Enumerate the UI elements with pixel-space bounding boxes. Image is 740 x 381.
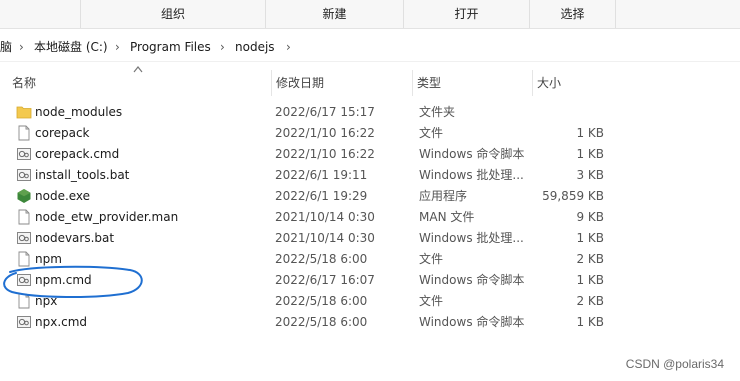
- file-row[interactable]: corepack.cmd 2022/1/10 16:22 Windows 命令脚…: [0, 144, 740, 165]
- file-name: node.exe: [35, 189, 91, 203]
- column-header-type[interactable]: 类型: [412, 70, 532, 96]
- file-type: Windows 命令脚本: [419, 273, 525, 287]
- file-row[interactable]: install_tools.bat 2022/6/1 19:11 Windows…: [0, 165, 740, 186]
- file-date: 2022/5/18 6:00: [275, 252, 368, 266]
- file-type: 文件: [419, 126, 444, 140]
- watermark: CSDN @polaris34: [625, 357, 724, 371]
- ribbon-group-select[interactable]: 选择: [530, 0, 616, 28]
- file-size: 9 KB: [576, 210, 604, 224]
- file-type: 文件: [419, 294, 444, 308]
- file-date: 2022/1/10 16:22: [275, 126, 375, 140]
- column-header-size[interactable]: 大小: [532, 70, 612, 96]
- file-size: 59,859 KB: [542, 189, 604, 203]
- file-type: Windows 批处理...: [419, 231, 524, 245]
- folder-icon: [16, 106, 32, 119]
- breadcrumb-item-local-disk[interactable]: 本地磁盘 (C:): [34, 38, 108, 56]
- ribbon-group-new[interactable]: 新建: [266, 0, 404, 28]
- file-size: 1 KB: [576, 315, 604, 329]
- file-row[interactable]: node_etw_provider.man 2021/10/14 0:30 MA…: [0, 207, 740, 228]
- file-type: 文件夹: [419, 105, 456, 119]
- file-date: 2022/6/17 16:07: [275, 273, 375, 287]
- breadcrumb-separator[interactable]: ›: [286, 38, 291, 56]
- file-name: install_tools.bat: [35, 168, 130, 182]
- file-type: Windows 批处理...: [419, 168, 524, 182]
- file-size: 1 KB: [576, 126, 604, 140]
- file-row[interactable]: nodevars.bat 2021/10/14 0:30 Windows 批处理…: [0, 228, 740, 249]
- breadcrumb-separator[interactable]: ›: [220, 38, 225, 56]
- script-icon: [17, 169, 31, 181]
- file-date: 2022/6/17 15:17: [275, 105, 375, 119]
- script-icon: [17, 232, 31, 244]
- breadcrumb-separator[interactable]: ›: [19, 38, 24, 56]
- file-date: 2021/10/14 0:30: [275, 231, 375, 245]
- ribbon-group-open[interactable]: 打开: [404, 0, 530, 28]
- file-date: 2022/5/18 6:00: [275, 294, 368, 308]
- file-size: 3 KB: [576, 168, 604, 182]
- file-date: 2022/5/18 6:00: [275, 315, 368, 329]
- file-type: Windows 命令脚本: [419, 147, 525, 161]
- script-icon: [17, 316, 31, 328]
- file-size: 1 KB: [576, 273, 604, 287]
- column-header-name[interactable]: 名称: [8, 70, 271, 96]
- file-row[interactable]: node.exe 2022/6/1 19:29 应用程序 59,859 KB: [0, 186, 740, 207]
- file-type: Windows 命令脚本: [419, 315, 525, 329]
- file-icon: [18, 125, 30, 141]
- file-date: 2022/6/1 19:29: [275, 189, 368, 203]
- file-name: npx.cmd: [35, 315, 88, 329]
- ribbon-toolbar: 组织 新建 打开 选择: [0, 0, 740, 29]
- annotation-circle: [3, 265, 143, 299]
- script-icon: [17, 148, 31, 160]
- breadcrumb: 脑 › 本地磁盘 (C:) › Program Files › nodejs ›: [0, 32, 740, 62]
- file-type: MAN 文件: [419, 210, 475, 224]
- file-size: 1 KB: [576, 231, 604, 245]
- file-name: nodevars.bat: [35, 231, 115, 245]
- file-date: 2021/10/14 0:30: [275, 210, 375, 224]
- file-date: 2022/6/1 19:11: [275, 168, 368, 182]
- file-name: corepack.cmd: [35, 147, 120, 161]
- file-size: 2 KB: [576, 252, 604, 266]
- column-header-date[interactable]: 修改日期: [271, 70, 412, 96]
- file-name: node_modules: [35, 105, 123, 119]
- column-header-row: 名称 修改日期 类型 大小: [0, 66, 740, 96]
- file-name: corepack: [35, 126, 90, 140]
- file-size: 2 KB: [576, 294, 604, 308]
- breadcrumb-separator[interactable]: ›: [115, 38, 120, 56]
- breadcrumb-item-partial[interactable]: 脑: [0, 38, 12, 56]
- file-row[interactable]: node_modules 2022/6/17 15:17 文件夹: [0, 102, 740, 123]
- file-type: 文件: [419, 252, 444, 266]
- file-size: 1 KB: [576, 147, 604, 161]
- ribbon-group-organize[interactable]: 组织: [80, 0, 266, 28]
- file-row[interactable]: npx.cmd 2022/5/18 6:00 Windows 命令脚本 1 KB: [0, 312, 740, 333]
- file-row[interactable]: corepack 2022/1/10 16:22 文件 1 KB: [0, 123, 740, 144]
- file-name: node_etw_provider.man: [35, 210, 179, 224]
- breadcrumb-item-program-files[interactable]: Program Files: [130, 38, 211, 56]
- file-type: 应用程序: [419, 189, 468, 203]
- breadcrumb-item-nodejs[interactable]: nodejs: [235, 38, 275, 56]
- nodejs-icon: [17, 189, 31, 203]
- file-icon: [18, 209, 30, 225]
- file-date: 2022/1/10 16:22: [275, 147, 375, 161]
